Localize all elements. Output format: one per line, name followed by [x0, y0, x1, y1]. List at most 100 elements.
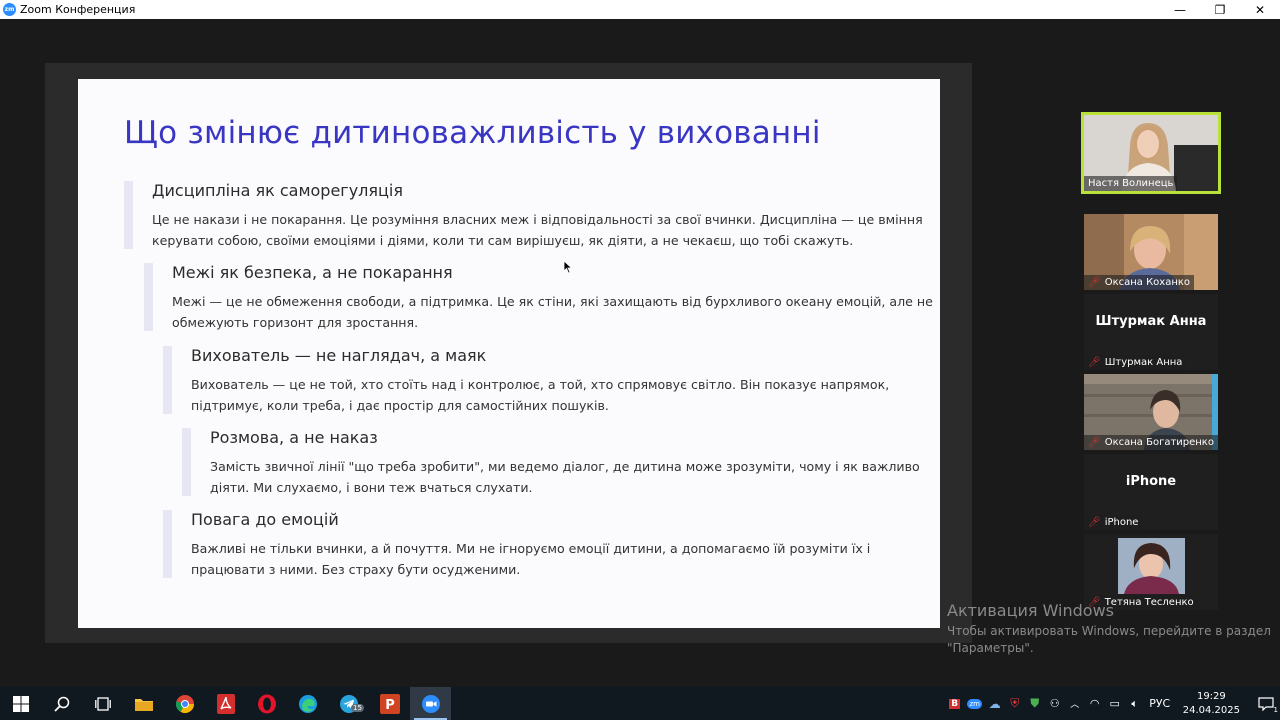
powerpoint-icon: P	[379, 693, 400, 714]
participant-name-tag: 🎤︎ Оксана Коханко	[1084, 275, 1195, 290]
participant-tile[interactable]: 🎤︎ Оксана Коханко	[1084, 214, 1218, 290]
participant-name: Настя Волинець	[1088, 178, 1174, 189]
watermark-title: Активация Windows	[947, 601, 1114, 620]
volume-icon[interactable]: 🔈︎	[1125, 687, 1145, 720]
participant-display-name: Штурмак Анна	[1095, 314, 1207, 329]
task-view-button[interactable]	[82, 687, 123, 720]
window-titlebar: zm Zoom Конференция — ❐ ✕	[0, 0, 1280, 19]
block-accent-bar	[182, 428, 191, 496]
block-text-line: Це не накази і не покарання. Це розумінн…	[152, 212, 923, 227]
taskbar-chrome[interactable]	[164, 687, 205, 720]
participant-name: Оксана Коханко	[1104, 277, 1191, 288]
shared-slide[interactable]: Що змінює дитиноважливість у вихованні Д…	[78, 79, 940, 628]
slide-title: Що змінює дитиноважливість у вихованні	[124, 115, 821, 151]
tray-app-icon-red[interactable]: B	[945, 687, 965, 720]
slide-block: Розмова, а не наказ Замість звичної ліні…	[182, 428, 920, 498]
muted-mic-icon: 🎤︎	[1088, 357, 1101, 368]
zoom-app-icon: zm	[3, 3, 16, 16]
taskbar-powerpoint[interactable]: P	[369, 687, 410, 720]
meeting-area: Що змінює дитиноважливість у вихованні Д…	[0, 19, 1280, 687]
slide-block: Повага до емоцій Важливі не тільки вчинк…	[163, 510, 903, 580]
notification-center-button[interactable]: 1	[1252, 687, 1280, 720]
participant-name-tag: 🎤︎ Оксана Богатиренко	[1084, 435, 1218, 450]
taskbar-zoom[interactable]	[410, 687, 451, 720]
participant-name: Штурмак Анна	[1104, 357, 1183, 368]
task-view-icon	[94, 696, 111, 711]
folder-icon	[134, 698, 153, 711]
edge-icon	[298, 694, 317, 713]
taskbar-acrobat[interactable]	[205, 687, 246, 720]
wifi-icon[interactable]: ◠	[1085, 687, 1105, 720]
start-button[interactable]	[0, 687, 41, 720]
tray-people-icon[interactable]: ⚇	[1045, 687, 1065, 720]
watermark-line: Чтобы активировать Windows, перейдите в …	[947, 624, 1271, 638]
block-text-line: працювати з ними. Без страху бути осудже…	[191, 562, 521, 577]
block-accent-bar	[144, 263, 153, 331]
block-accent-bar	[163, 510, 172, 578]
battery-icon[interactable]: ▭	[1105, 687, 1125, 720]
participant-name-tag: Настя Волинець	[1084, 176, 1178, 191]
participant-tile[interactable]: 🎤︎ Тетяна Тесленко	[1084, 534, 1218, 610]
taskbar-opera[interactable]	[246, 687, 287, 720]
svg-text:P: P	[385, 698, 395, 713]
mouse-cursor-icon	[563, 260, 573, 274]
block-text-line: обмежують горизонт для зростання.	[172, 315, 419, 330]
participant-name: Оксана Богатиренко	[1104, 437, 1214, 448]
muted-mic-icon: 🎤︎	[1088, 437, 1101, 448]
clock-date: 24.04.2025	[1182, 704, 1240, 716]
minimize-button[interactable]: —	[1160, 0, 1200, 19]
taskbar-telegram[interactable]: 15	[328, 687, 369, 720]
window-controls: — ❐ ✕	[1160, 0, 1280, 19]
tray-zoom-icon[interactable]: zm	[965, 687, 985, 720]
block-heading: Вихователь — не наглядач, а маяк	[191, 346, 487, 365]
block-text-line: Замість звичної лінії "що треба зробити"…	[210, 459, 920, 474]
participant-name: iPhone	[1104, 517, 1139, 528]
system-tray: B zm ☁ ⛨ ⛊ ⚇ ︿ ◠ ▭ 🔈︎ РУС 19:29 24.04.20…	[945, 687, 1280, 720]
block-text-line: Межі — це не обмеження свободи, а підтри…	[172, 294, 933, 309]
muted-mic-icon: 🎤︎	[1088, 517, 1101, 528]
chrome-icon	[175, 694, 194, 713]
telegram-unread-badge: 15	[351, 704, 364, 712]
block-heading: Межі як безпека, а не покарання	[172, 263, 453, 282]
language-indicator[interactable]: РУС	[1145, 687, 1175, 720]
taskbar-clock[interactable]: 19:29 24.04.2025	[1183, 690, 1240, 718]
slide-block: Дисципліна як саморегуляція Це не накази…	[124, 181, 923, 251]
close-button[interactable]: ✕	[1240, 0, 1280, 19]
block-text-line: діяти. Ми слухаємо, і вони теж вчаться с…	[210, 480, 533, 495]
restore-button[interactable]: ❐	[1200, 0, 1240, 19]
tray-network-drive-icon[interactable]: ☁	[985, 687, 1005, 720]
search-icon	[53, 696, 69, 712]
watermark-line: "Параметры".	[947, 641, 1034, 655]
block-text-line: підтримує, коли треба, і дає простір для…	[191, 398, 609, 413]
notification-icon	[1258, 696, 1274, 711]
participant-name-tag: 🎤︎ Штурмак Анна	[1084, 355, 1187, 370]
block-heading: Повага до емоцій	[191, 510, 339, 529]
tray-expand-icon[interactable]: ︿	[1065, 687, 1085, 720]
tray-shield-icon[interactable]: ⛊	[1025, 687, 1045, 720]
windows-taskbar: 15 P B zm ☁ ⛨ ⛊ ⚇ ︿ ◠ ▭ 🔈︎ РУС 19:29 24.…	[0, 687, 1280, 720]
search-button[interactable]	[41, 687, 82, 720]
participant-display-name: iPhone	[1125, 474, 1177, 489]
slide-block: Вихователь — не наглядач, а маяк Виховат…	[163, 346, 903, 416]
muted-mic-icon: 🎤︎	[1088, 277, 1101, 288]
taskbar-file-explorer[interactable]	[123, 687, 164, 720]
window-title: Zoom Конференция	[20, 3, 136, 16]
slide-block: Межі як безпека, а не покарання Межі — ц…	[144, 263, 933, 333]
windows-logo-icon	[12, 695, 29, 712]
windows-activation-watermark: Активация Windows Чтобы активировать Win…	[947, 601, 1271, 657]
block-accent-bar	[163, 346, 172, 414]
participant-tile[interactable]: iPhone 🎤︎ iPhone	[1084, 454, 1218, 530]
opera-icon	[257, 694, 276, 713]
participant-tile[interactable]: Штурмак Анна 🎤︎ Штурмак Анна	[1084, 294, 1218, 370]
participant-name-tag: 🎤︎ iPhone	[1084, 515, 1143, 530]
acrobat-icon	[216, 693, 235, 714]
participant-tile-active-speaker[interactable]: Настя Волинець	[1081, 112, 1221, 194]
block-heading: Дисципліна як саморегуляція	[152, 181, 403, 200]
tray-security-icon[interactable]: ⛨	[1005, 687, 1025, 720]
taskbar-edge[interactable]	[287, 687, 328, 720]
clock-time: 19:29	[1196, 690, 1226, 702]
participant-tile[interactable]: 🎤︎ Оксана Богатиренко	[1084, 374, 1218, 450]
block-accent-bar	[124, 181, 133, 249]
zoom-icon	[421, 694, 440, 713]
block-text-line: керувати собою, своїми емоціями і діями,…	[152, 233, 854, 248]
